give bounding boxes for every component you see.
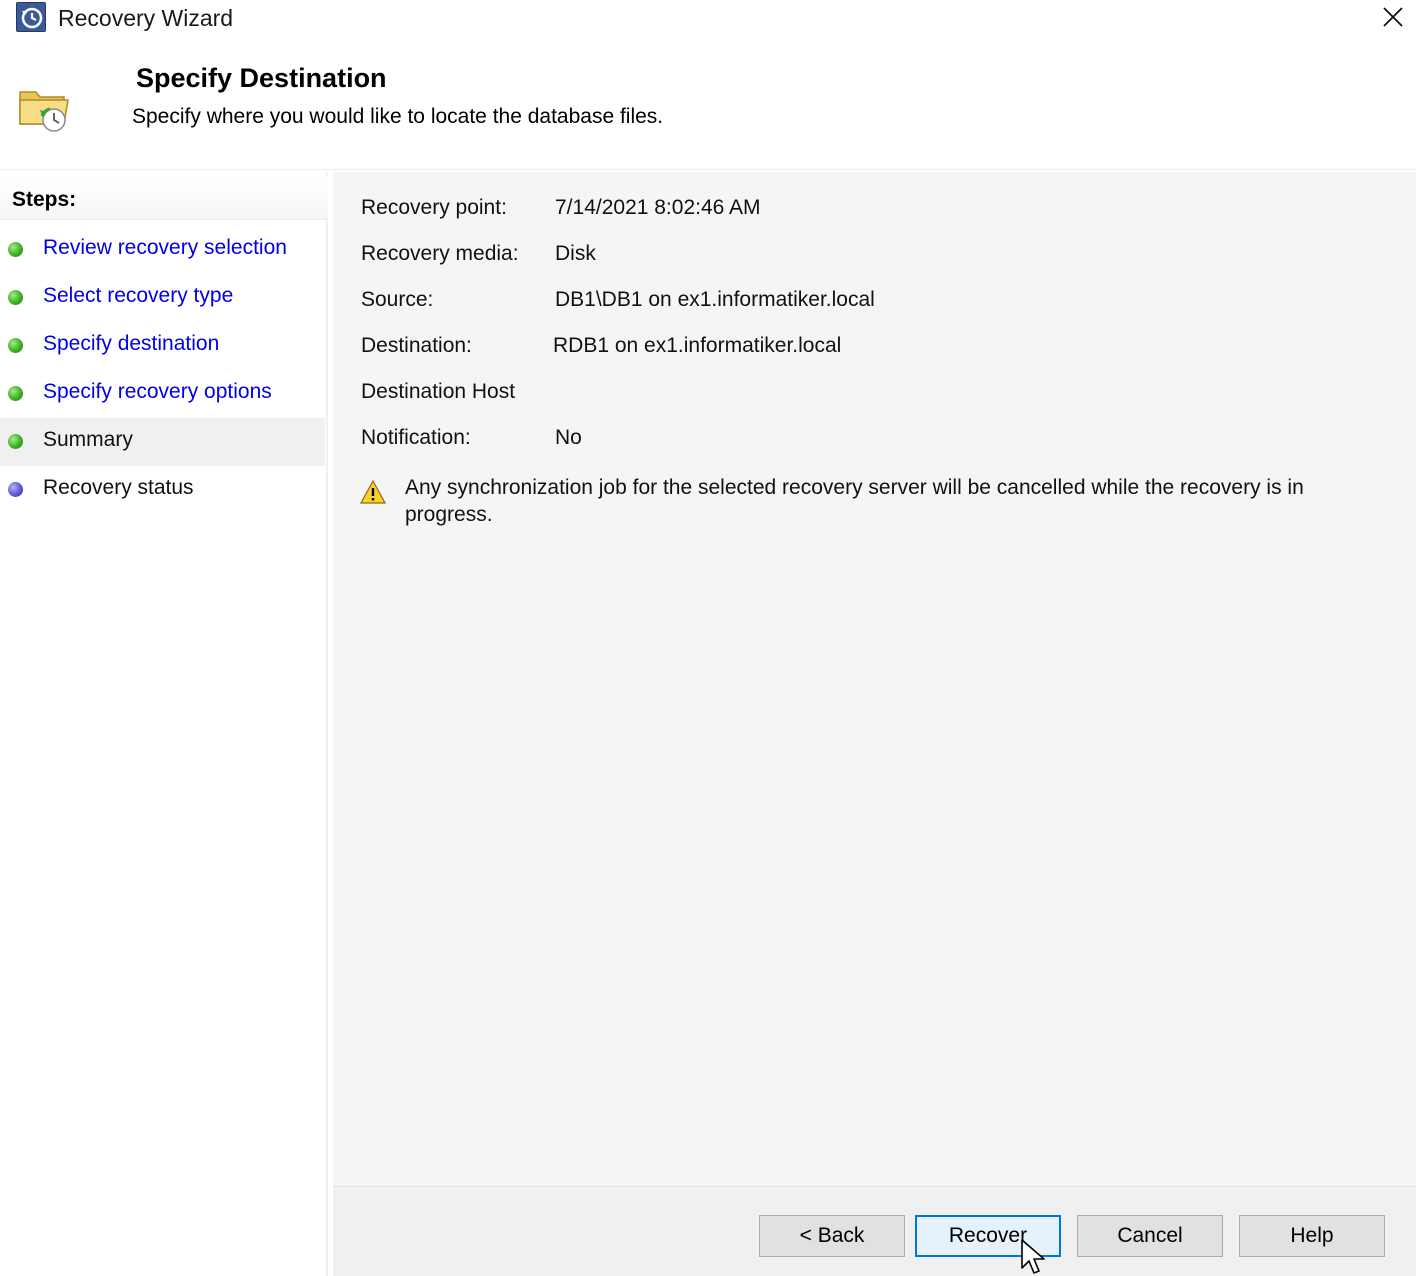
complete-bullet-icon (8, 386, 23, 401)
recovery-wizard-window: Recovery Wizard Specify Destination Spec… (0, 0, 1416, 1276)
page-subtitle: Specify where you would like to locate t… (132, 105, 664, 128)
window-title: Recovery Wizard (58, 5, 234, 31)
close-button[interactable] (1372, 0, 1414, 36)
app-recovery-icon (16, 2, 46, 32)
step-specify-destination[interactable]: Specify destination (0, 322, 325, 370)
step-summary: Summary (0, 418, 325, 466)
help-button[interactable]: Help (1239, 1215, 1385, 1257)
recovery-point-value: 7/14/2021 8:02:46 AM (555, 196, 761, 219)
wizard-header: Specify Destination Specify where you wo… (0, 38, 1416, 170)
step-label[interactable]: Select recovery type (43, 284, 233, 308)
destination-host-label: Destination Host (361, 380, 516, 403)
complete-bullet-icon (8, 242, 23, 257)
cancel-button[interactable]: Cancel (1077, 1215, 1223, 1257)
step-label[interactable]: Specify destination (43, 332, 219, 356)
notification-label: Notification: (361, 426, 471, 449)
close-icon (1383, 7, 1403, 27)
complete-bullet-icon (8, 434, 23, 449)
steps-heading: Steps: (0, 176, 328, 220)
recovery-media-value: Disk (555, 242, 596, 265)
step-review-recovery-selection[interactable]: Review recovery selection (0, 226, 325, 274)
recovery-media-label: Recovery media: (361, 242, 519, 265)
step-label: Recovery status (43, 476, 194, 499)
back-button[interactable]: < Back (759, 1215, 905, 1257)
source-label: Source: (361, 288, 434, 311)
recover-button[interactable]: Recover (915, 1215, 1061, 1257)
step-label: Summary (43, 428, 133, 451)
warning-icon (360, 480, 386, 504)
complete-bullet-icon (8, 290, 23, 305)
destination-value: RDB1 on ex1.informatiker.local (553, 334, 842, 357)
step-select-recovery-type[interactable]: Select recovery type (0, 274, 325, 322)
warning-message: Any synchronization job for the selected… (405, 476, 1304, 526)
wizard-footer: < Back Recover Cancel Help (333, 1186, 1416, 1276)
step-label[interactable]: Review recovery selection (43, 236, 287, 260)
step-recovery-status: Recovery status (0, 466, 325, 514)
title-bar: Recovery Wizard (0, 0, 1416, 38)
source-value: DB1\DB1 on ex1.informatiker.local (555, 288, 875, 311)
summary-panel: Recovery point: 7/14/2021 8:02:46 AM Rec… (333, 172, 1416, 1186)
pending-bullet-icon (8, 482, 23, 497)
destination-label: Destination: (361, 334, 472, 357)
page-title: Specify Destination (136, 63, 387, 93)
step-specify-recovery-options[interactable]: Specify recovery options (0, 370, 325, 418)
steps-sidebar: Steps: Review recovery selection Select … (0, 172, 328, 1276)
step-label[interactable]: Specify recovery options (43, 380, 272, 404)
recovery-point-label: Recovery point: (361, 196, 507, 219)
folder-recovery-icon (19, 91, 69, 132)
notification-value: No (555, 426, 582, 449)
complete-bullet-icon (8, 338, 23, 353)
